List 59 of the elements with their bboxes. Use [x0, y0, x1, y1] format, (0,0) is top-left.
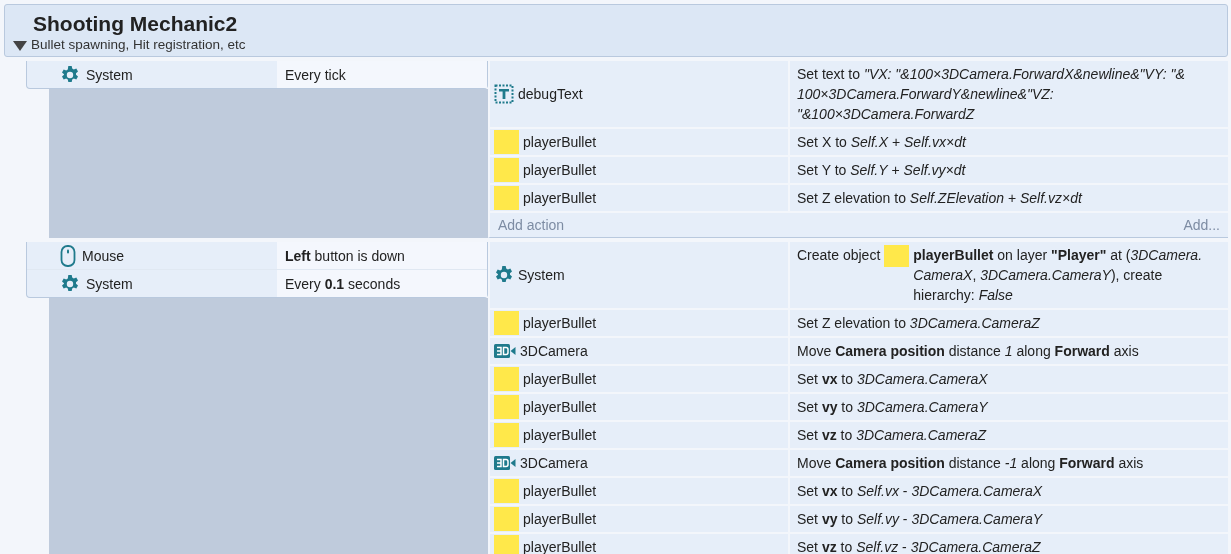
action-text: Set text to "VX: "&100×3DCamera.ForwardX&newline&"VY: "& 100×3DCamera.ForwardY&newline&"VZ: "&100×3DCamera.ForwardZ	[796, 65, 1186, 124]
sprite-icon	[494, 367, 519, 391]
action-object: System	[518, 267, 565, 283]
action-text: Set X to Self.X + Self.vx×dt	[796, 133, 968, 152]
event-conditions[interactable]: System Every tick	[26, 61, 488, 89]
text-object-icon	[494, 84, 514, 104]
action-object: playerBullet	[523, 162, 597, 178]
sprite-icon	[494, 158, 519, 182]
action-text: playerBullet on layer "Player" at (3DCamera. CameraX, 3DCamera.CameraY), create hierarchy: False	[913, 246, 1204, 305]
condition-object: Mouse	[82, 247, 125, 264]
sprite-icon	[494, 395, 519, 419]
condition-object: System	[86, 275, 133, 292]
action-text: Set vz to Self.vz - 3DCamera.CameraZ	[796, 538, 1042, 554]
event-conditions[interactable]: Mouse Left button is down System Every 0.1 seconds	[26, 242, 488, 298]
condition-text: Every 0.1 seconds	[277, 270, 487, 297]
sprite-icon	[494, 507, 519, 531]
condition-text: Left button is down	[277, 242, 487, 269]
action-object: playerBullet	[523, 315, 597, 331]
condition-object: System	[86, 66, 133, 83]
condition-text: Every tick	[277, 61, 487, 88]
action-object: playerBullet	[523, 190, 597, 206]
action-text: Move Camera position distance 1 along Forward axis	[796, 342, 1140, 361]
sprite-icon	[884, 245, 910, 267]
action-text: Move Camera position distance -1 along Forward axis	[796, 454, 1145, 473]
action-object: playerBullet	[523, 511, 597, 527]
sprite-icon	[494, 130, 519, 154]
action-text: Set vy to Self.vy - 3DCamera.CameraY	[796, 510, 1044, 529]
sprite-icon	[494, 535, 519, 554]
action-object: playerBullet	[523, 427, 597, 443]
group-title: Shooting Mechanic2	[33, 11, 239, 37]
action-text: Set vz to 3DCamera.CameraZ	[796, 426, 988, 445]
action-object: playerBullet	[523, 539, 597, 554]
action-text: Set vy to 3DCamera.CameraY	[796, 398, 989, 417]
camera-icon	[494, 456, 516, 470]
action-text: Set Z elevation to Self.ZElevation + Self.vz×dt	[796, 189, 1084, 208]
group-header[interactable]: Shooting Mechanic2 Bullet spawning, Hit registration, etc	[4, 4, 1228, 57]
sprite-icon	[494, 311, 519, 335]
action-text: Set Y to Self.Y + Self.vy×dt	[796, 161, 967, 180]
action-object: 3DCamera	[520, 455, 588, 471]
collapse-arrow-icon[interactable]	[13, 40, 27, 51]
gear-icon	[60, 64, 80, 85]
action-text: Create object	[797, 246, 881, 265]
camera-icon	[494, 344, 516, 358]
action-text: Set vx to Self.vx - 3DCamera.CameraX	[796, 482, 1044, 501]
gear-icon	[60, 273, 80, 294]
action-object: playerBullet	[523, 371, 597, 387]
action-object: debugText	[518, 86, 583, 102]
gear-icon	[494, 265, 514, 285]
sprite-icon	[494, 423, 519, 447]
action-object: playerBullet	[523, 483, 597, 499]
action-text: Set Z elevation to 3DCamera.CameraZ	[796, 314, 1041, 333]
action-object: 3DCamera	[520, 343, 588, 359]
action-object: playerBullet	[523, 399, 597, 415]
action-text: Set vx to 3DCamera.CameraX	[796, 370, 989, 389]
mouse-icon	[60, 244, 76, 267]
group-description: Bullet spawning, Hit registration, etc	[31, 37, 246, 52]
sprite-icon	[494, 479, 519, 503]
sprite-icon	[494, 186, 519, 210]
action-object: playerBullet	[523, 134, 597, 150]
